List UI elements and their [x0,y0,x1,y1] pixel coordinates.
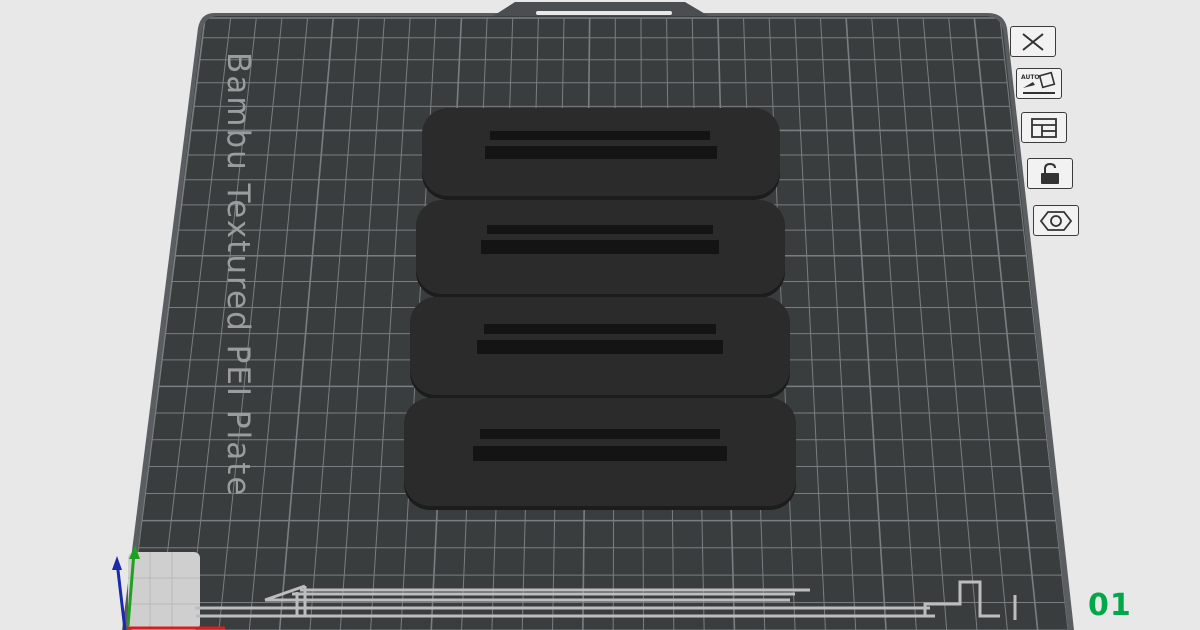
z-axis-arrow-icon [112,556,122,570]
arrange-icon [1031,117,1057,138]
printable-object[interactable] [410,297,790,399]
build-plate-tab [490,2,712,18]
auto-orient-icon: AUTO [1021,71,1056,94]
z-axis-line [115,561,127,630]
object-slot-bottom [477,340,723,354]
plate-number: 01 [1088,588,1132,623]
arrange-button[interactable] [1021,112,1067,143]
object-slot-top [480,429,720,439]
plate-label: Bambu Textured PEI Plate [220,52,256,497]
printable-object[interactable] [416,200,785,298]
object-slot-bottom [481,240,719,254]
object-slot-top [490,131,710,140]
close-plate-button[interactable] [1010,26,1056,57]
printable-object[interactable] [422,108,780,200]
object-slot-bottom [473,446,727,461]
auto-orient-label: AUTO [1021,74,1040,81]
object-slot-top [487,225,713,234]
lock-plate-button[interactable] [1027,158,1073,189]
lock-icon [1041,162,1059,184]
hexagon-nut-icon [1039,210,1073,231]
object-slot-top [484,324,716,334]
objects-group [404,108,796,510]
object-slot-bottom [485,146,717,159]
plate-settings-button[interactable] [1033,205,1079,236]
auto-orient-button[interactable]: AUTO [1016,68,1062,99]
origin-marker [128,552,200,630]
build-plate-tab-handle [536,11,672,15]
close-icon [1022,32,1044,51]
printable-object[interactable] [404,398,796,510]
